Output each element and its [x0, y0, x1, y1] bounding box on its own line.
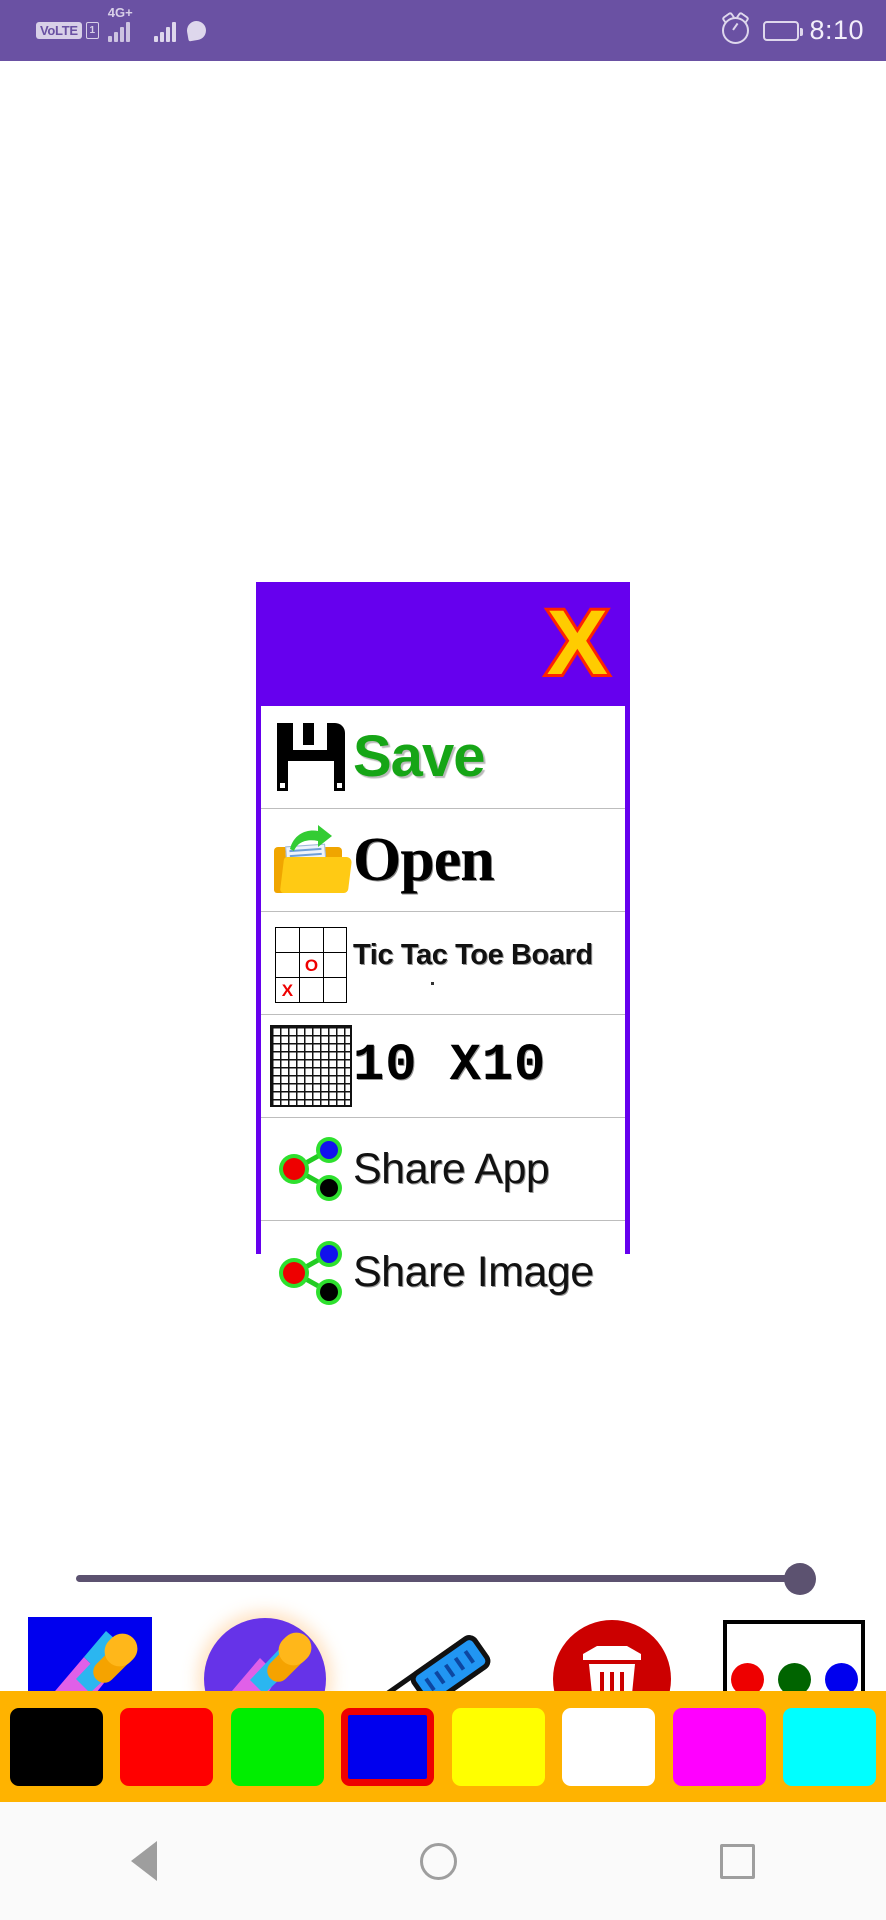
color-swatch-magenta[interactable] — [672, 1707, 766, 1786]
chat-pin-icon — [185, 19, 208, 42]
home-button[interactable] — [419, 1842, 457, 1880]
close-icon[interactable]: X — [544, 594, 611, 692]
signal-bars-graphic — [107, 20, 130, 42]
menu-item-share-app-label: Share App — [353, 1144, 550, 1193]
ttt-cell-2-2 — [323, 977, 347, 1003]
color-swatch-red[interactable] — [120, 1707, 214, 1786]
color-swatch-cyan[interactable] — [782, 1707, 876, 1786]
ttt-cell-2-1 — [298, 977, 325, 1003]
color-swatch-white[interactable] — [562, 1707, 656, 1786]
menu-item-open-label: Open — [353, 826, 495, 894]
color-swatch-yellow[interactable] — [451, 1707, 545, 1786]
grid-10x10-icon — [269, 1025, 353, 1107]
volte-badge: VoLTE — [36, 22, 82, 39]
ttt-cell-1-0 — [275, 952, 300, 978]
ttt-cell-0-2 — [323, 927, 347, 953]
signal-bars-2-icon — [153, 20, 176, 42]
back-button[interactable] — [131, 1841, 158, 1881]
slider-track[interactable] — [76, 1575, 810, 1582]
alarm-icon — [722, 17, 750, 44]
open-folder-icon — [269, 825, 353, 893]
status-bar-right-group: 8:10 — [722, 15, 864, 46]
color-palette — [0, 1691, 886, 1802]
android-navigation-bar — [0, 1802, 886, 1920]
menu-item-tic-tac-toe-board[interactable]: O X Tic Tac Toe Board — [261, 912, 625, 1015]
menu-item-tic-tac-toe-wrap: Tic Tac Toe Board — [353, 941, 625, 985]
status-bar-clock: 8:10 — [809, 15, 864, 45]
brush-size-slider[interactable] — [0, 1548, 886, 1608]
menu-item-save[interactable]: Save — [261, 706, 625, 809]
ttt-cell-1-2 — [323, 952, 347, 978]
ttt-cell-0-1 — [298, 927, 325, 953]
menu-item-save-label: Save — [353, 724, 485, 789]
menu-item-share-image-label: Share Image — [353, 1248, 594, 1296]
signal-bars-icon: 4G+ — [107, 6, 133, 42]
color-swatch-green[interactable] — [230, 1707, 324, 1786]
battery-icon — [763, 20, 804, 41]
slider-thumb[interactable] — [784, 1563, 816, 1595]
network-type-label: 4G+ — [107, 4, 133, 20]
ttt-cell-0-0 — [275, 927, 300, 953]
menu-item-share-image[interactable]: Share Image — [261, 1221, 625, 1324]
menu-item-tic-tac-toe-label: Tic Tac Toe Board — [353, 939, 593, 971]
tic-tac-toe-grid-icon: O X — [269, 927, 353, 1003]
drawing-canvas[interactable]: X Save Open O X Tic Tac Toe Board 10 X10… — [0, 61, 886, 1741]
menu-item-grid-10x10[interactable]: 10 X10 — [261, 1015, 625, 1118]
status-bar: VoLTE 1 4G+ 8:10 — [0, 0, 886, 61]
ttt-cell-1-1: O — [298, 952, 325, 978]
menu-item-grid-10x10-label: 10 X10 — [353, 1036, 547, 1095]
decoration-dot — [431, 982, 434, 985]
share-nodes-icon — [269, 1136, 353, 1202]
menu-list: Save Open O X Tic Tac Toe Board 10 X10 S… — [261, 706, 625, 1324]
main-menu-dialog: X Save Open O X Tic Tac Toe Board 10 X10… — [256, 582, 630, 1324]
floppy-disk-icon — [269, 723, 353, 791]
color-swatch-blue[interactable] — [341, 1707, 435, 1786]
sim-1-icon: 1 — [85, 22, 99, 39]
dialog-header: X — [261, 587, 625, 706]
share-nodes-icon — [269, 1240, 353, 1306]
color-swatch-black[interactable] — [10, 1707, 103, 1786]
recents-button[interactable] — [719, 1843, 755, 1879]
status-bar-left-group: VoLTE 1 4G+ — [36, 6, 208, 42]
menu-item-share-app[interactable]: Share App — [261, 1118, 625, 1221]
ttt-cell-2-0: X — [275, 977, 300, 1003]
menu-item-open[interactable]: Open — [261, 809, 625, 912]
